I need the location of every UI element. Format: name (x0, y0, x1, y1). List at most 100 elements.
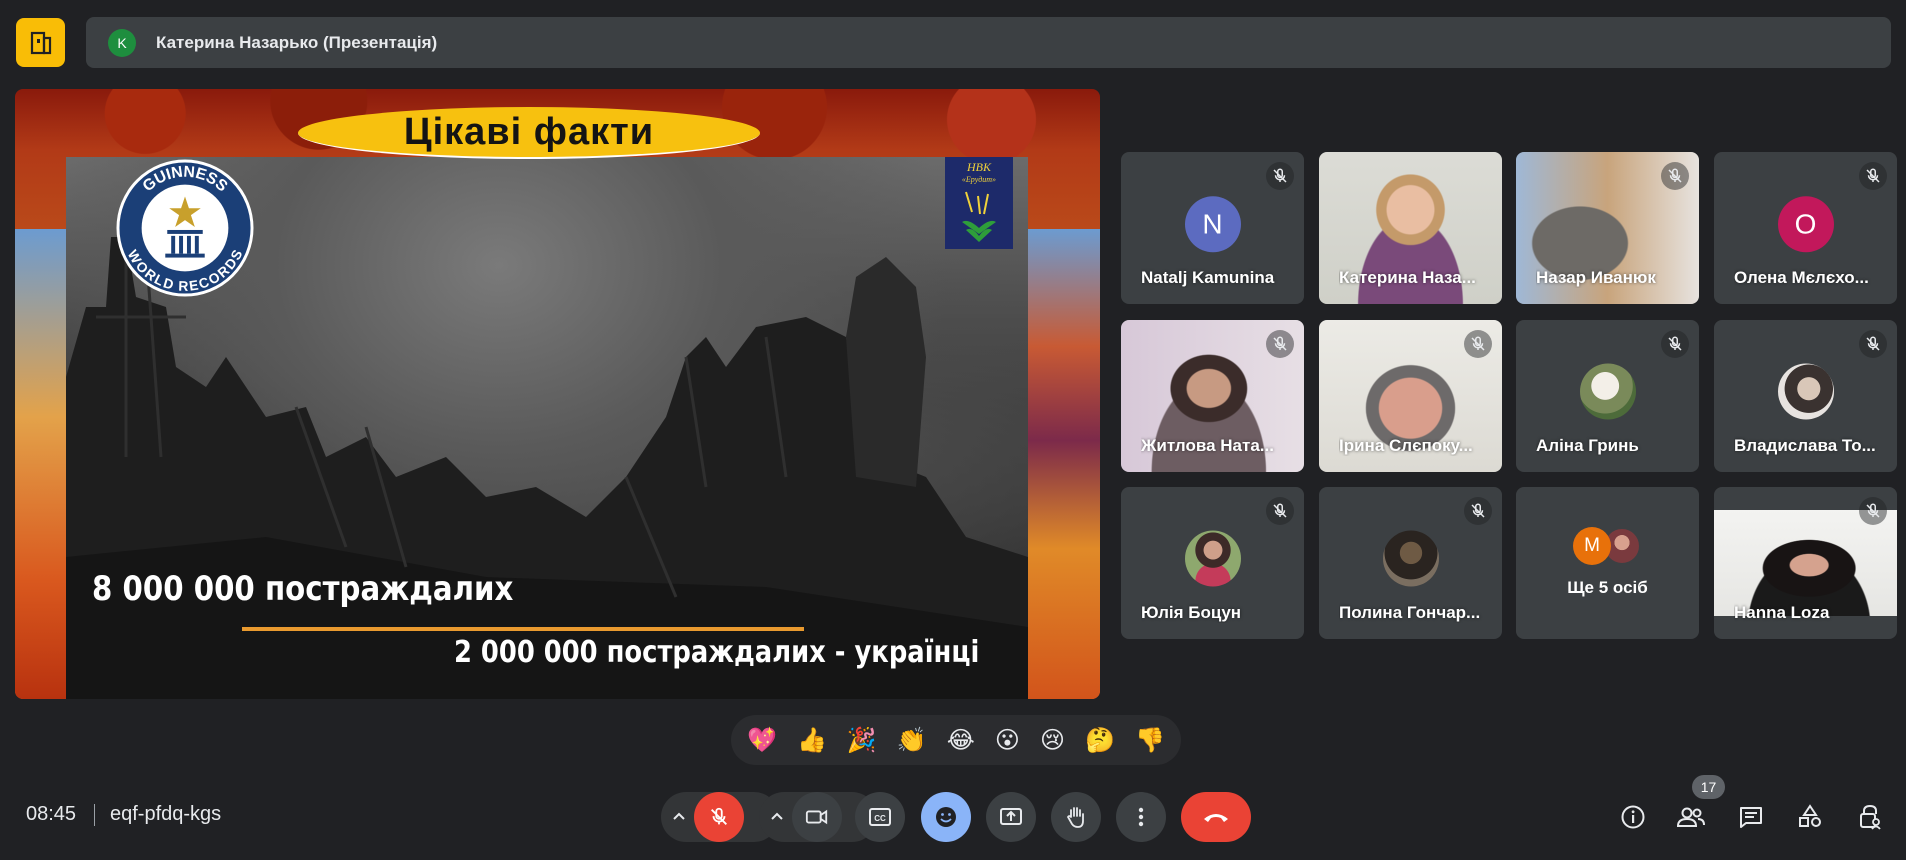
reaction-thinking[interactable]: 🤔 (1085, 728, 1115, 752)
present-screen-icon (1000, 808, 1022, 825)
slide-decoration-right (1028, 229, 1100, 699)
lock-person-icon (1860, 804, 1881, 830)
emoji-icon (936, 807, 956, 827)
svg-text:CC: CC (874, 814, 886, 823)
reaction-clap[interactable]: 👏 (897, 728, 927, 752)
presenter-label: Катерина Назарько (Презентація) (156, 32, 438, 52)
participant-video (1714, 510, 1897, 616)
camera-icon (805, 809, 828, 825)
participant-tile[interactable]: О Олена Мєлєхо... (1714, 152, 1897, 304)
slide-title: Цікаві факти (298, 107, 760, 159)
leave-call-button[interactable] (1181, 792, 1251, 842)
present-screen-button[interactable] (986, 792, 1036, 842)
more-participants-label: Ще 5 осіб (1567, 578, 1648, 597)
raise-hand-button[interactable] (1051, 792, 1101, 842)
participant-tile[interactable]: Ірина Слєпоку... (1319, 320, 1502, 472)
participant-tile[interactable]: Владислава То... (1714, 320, 1897, 472)
mic-off-icon (1266, 497, 1294, 525)
mic-off-icon (1859, 162, 1887, 190)
reaction-surprised[interactable]: 😮 (995, 728, 1020, 752)
participant-avatar: N (1184, 196, 1241, 253)
presenter-avatar: K (108, 28, 136, 57)
participant-avatar: M (1573, 527, 1611, 565)
mic-off-icon (1859, 497, 1887, 525)
shared-presentation[interactable]: Цікаві факти GUINNESS WORLD RECORDS НВК … (15, 89, 1100, 699)
school-logo-emblem (962, 191, 996, 242)
mic-off-icon (1464, 330, 1492, 358)
participant-avatar: О (1777, 196, 1834, 253)
mic-off-icon (1661, 330, 1689, 358)
meeting-code: eqf-pfdq-kgs (110, 803, 222, 825)
participant-name: Юлія Боцун (1141, 603, 1242, 622)
chat-button[interactable] (1734, 800, 1768, 834)
participant-name: Ірина Слєпоку... (1339, 436, 1473, 455)
participant-avatar (1777, 363, 1834, 420)
mic-off-icon (711, 807, 727, 825)
captions-icon: CC (869, 808, 891, 826)
microphone-button[interactable] (694, 792, 744, 842)
reaction-laugh[interactable]: 😂 (947, 728, 975, 752)
reaction-sad[interactable]: 😢 (1040, 728, 1065, 752)
reaction-thumbs-up[interactable]: 👍 (797, 728, 827, 752)
participant-name: Назар Иванюк (1536, 268, 1656, 287)
participant-name: Олена Мєлєхо... (1734, 268, 1869, 287)
participant-tile[interactable]: Юлія Боцун (1121, 487, 1304, 639)
presentation-layout-icon[interactable] (16, 18, 65, 67)
meeting-time: 08:45 (26, 803, 77, 825)
participant-avatar (1579, 363, 1636, 420)
presenter-bar[interactable]: K Катерина Назарько (Презентація) (86, 17, 1891, 68)
participant-name: Житлова Ната... (1141, 436, 1274, 455)
people-count-badge: 17 (1692, 775, 1725, 799)
reactions-bar: 💖 👍 🎉 👏 😂 😮 😢 🤔 👎 (731, 715, 1181, 765)
participant-tile[interactable]: Аліна Гринь (1516, 320, 1699, 472)
reaction-heart[interactable]: 💖 (747, 728, 777, 752)
mic-off-icon (1266, 162, 1294, 190)
hang-up-icon (1204, 814, 1228, 822)
slide-video: GUINNESS WORLD RECORDS НВК «Ерудит» 8 00… (66, 157, 1028, 699)
participant-tile[interactable]: Назар Иванюк (1516, 152, 1699, 304)
participant-name: Катерина Наза... (1339, 268, 1476, 287)
school-logo-title: НВК (967, 160, 991, 174)
participant-tile[interactable]: Hanna Loza (1714, 487, 1897, 639)
participant-tile[interactable]: Катерина Наза... (1319, 152, 1502, 304)
slide-caption-sub: 2 000 000 постраждалих - українці (454, 635, 980, 670)
presentation-icon (30, 31, 51, 54)
more-participants-tile[interactable]: M Ще 5 осіб (1516, 487, 1699, 639)
more-vert-icon (1138, 807, 1144, 827)
mic-options-chevron-icon[interactable] (668, 806, 690, 828)
captions-button[interactable]: CC (855, 792, 905, 842)
people-button[interactable] (1674, 800, 1708, 834)
info-icon (1621, 805, 1645, 829)
participant-name: Полина Гончар... (1339, 603, 1481, 622)
mic-off-icon (1464, 497, 1492, 525)
host-controls-button[interactable] (1853, 800, 1887, 834)
participant-avatar (1382, 530, 1439, 587)
meeting-details-button[interactable] (1616, 800, 1650, 834)
reactions-button[interactable] (921, 792, 971, 842)
camera-button[interactable] (792, 792, 842, 842)
caption-divider (242, 627, 804, 631)
participant-avatar (1184, 530, 1241, 587)
chat-icon (1740, 807, 1762, 828)
slide-caption-main: 8 000 000 постраждалих (92, 569, 514, 609)
more-options-button[interactable] (1116, 792, 1166, 842)
camera-options-chevron-icon[interactable] (766, 806, 788, 828)
activities-button[interactable] (1793, 800, 1827, 834)
participant-name: Аліна Гринь (1536, 436, 1639, 455)
participant-tile[interactable]: Житлова Ната... (1121, 320, 1304, 472)
reaction-thumbs-down[interactable]: 👎 (1135, 728, 1165, 752)
mic-off-icon (1661, 162, 1689, 190)
participant-tile[interactable]: N Natalj Kamunina (1121, 152, 1304, 304)
people-icon (1676, 807, 1705, 827)
reaction-party[interactable]: 🎉 (847, 728, 877, 752)
school-logo-subtitle: «Ерудит» (961, 175, 997, 184)
participant-name: Hanna Loza (1734, 603, 1830, 622)
school-logo: НВК «Ерудит» (945, 157, 1013, 249)
activities-icon (1799, 804, 1821, 827)
participant-name: Natalj Kamunina (1141, 268, 1275, 287)
participant-tile[interactable]: Полина Гончар... (1319, 487, 1502, 639)
hand-icon (1066, 807, 1084, 828)
mic-off-icon (1859, 330, 1887, 358)
participant-name: Владислава То... (1734, 436, 1876, 455)
guinness-logo: GUINNESS WORLD RECORDS (116, 159, 254, 297)
